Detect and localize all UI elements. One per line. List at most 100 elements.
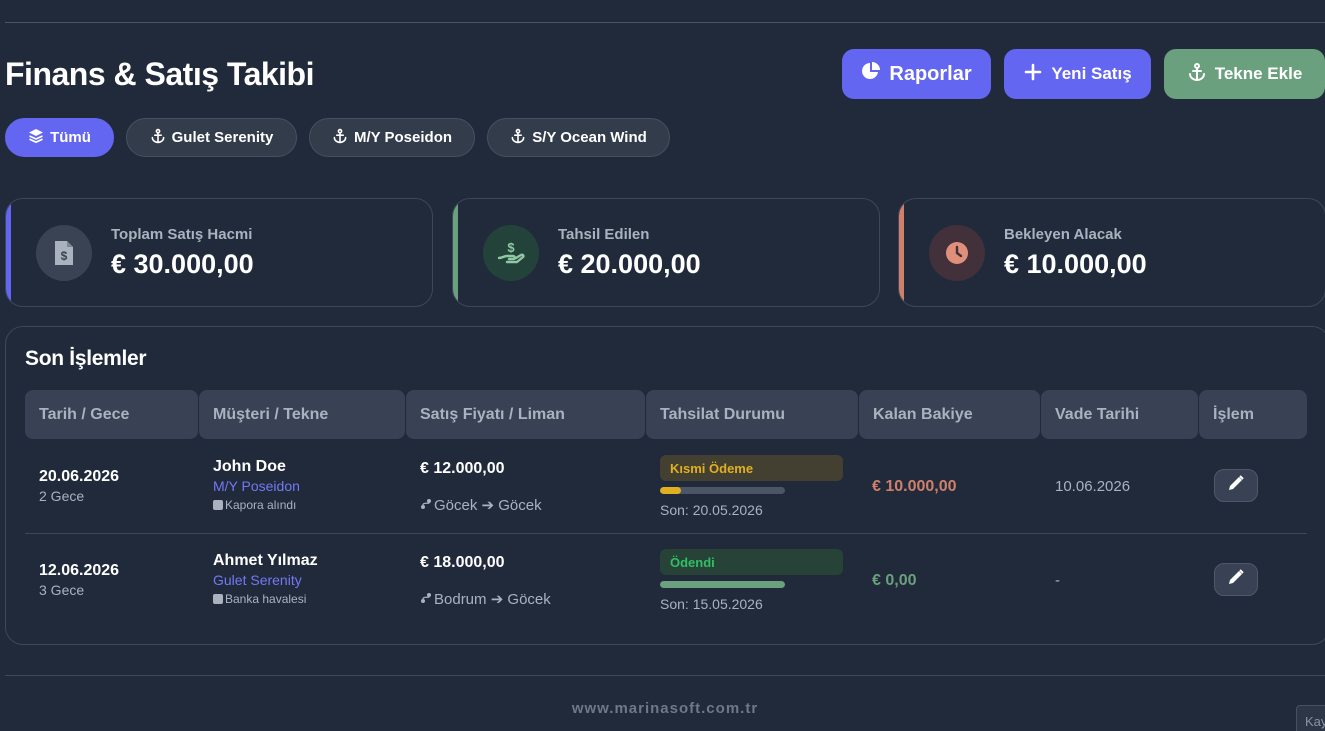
boat-link[interactable]: M/Y Poseidon <box>213 478 300 494</box>
stat-value: € 10.000,00 <box>1004 249 1147 279</box>
page-title: Finans & Satış Takibi <box>5 56 314 92</box>
top-divider <box>5 22 1325 23</box>
row-actions <box>1214 469 1258 502</box>
plus-icon <box>1023 62 1043 87</box>
remaining-balance: € 0,00 <box>872 572 917 589</box>
sale-price: € 18.000,00 <box>420 554 505 571</box>
route: Göcek ➔ Göcek <box>420 496 542 514</box>
payment-note-text: Banka havalesi <box>225 592 307 606</box>
edit-button[interactable] <box>1214 469 1258 502</box>
customer-name: John Doe <box>213 458 286 475</box>
new-sale-button[interactable]: Yeni Satış <box>1004 49 1151 99</box>
recent-transactions-panel: Son İşlemler Tarih / Gece Müşteri / Tekn… <box>5 326 1325 645</box>
add-boat-button-label: Tekne Ekle <box>1214 64 1303 83</box>
remaining-balance: € 10.000,00 <box>872 478 957 495</box>
stat-total-sales: $ Toplam Satış Hacmi € 30.000,00 <box>5 198 433 307</box>
column-header: Tarih / Gece <box>25 390 198 439</box>
column-header: Müşteri / Tekne <box>199 390 405 439</box>
date-cell: 20.06.2026 2 Gece <box>39 468 119 504</box>
route-text: Bodrum ➔ Göcek <box>434 591 551 608</box>
customer-cell: Ahmet Yılmaz Gulet Serenity Banka havale… <box>213 552 318 606</box>
stat-pending: Bekleyen Alacak € 10.000,00 <box>898 198 1325 307</box>
svg-text:$: $ <box>61 249 68 263</box>
filter-sy-ocean-wind[interactable]: S/Y Ocean Wind <box>487 118 670 157</box>
stat-collected: $ Tahsil Edilen € 20.000,00 <box>452 198 880 307</box>
column-header: Kalan Bakiye <box>859 390 1040 439</box>
payment-progress-fill <box>660 581 785 588</box>
stat-accent-bar <box>453 199 458 306</box>
new-sale-button-label: Yeni Satış <box>1051 64 1132 83</box>
boat-filter-tabs: Tümü Gulet Serenity M/Y Poseidon S/Y Oce… <box>5 118 670 157</box>
anchor-icon <box>150 128 166 148</box>
stat-value: € 20.000,00 <box>558 249 701 279</box>
price-cell: € 12.000,00 Göcek ➔ Göcek <box>420 460 542 514</box>
note-icon <box>213 594 223 604</box>
filter-all-label: Tümü <box>50 129 91 146</box>
route-icon <box>420 497 432 514</box>
column-header: Vade Tarihi <box>1041 390 1198 439</box>
row-actions <box>1214 563 1258 596</box>
filter-my-poseidon[interactable]: M/Y Poseidon <box>309 118 475 157</box>
route-text: Göcek ➔ Göcek <box>434 497 542 514</box>
layers-icon <box>28 128 44 148</box>
boat-link[interactable]: Gulet Serenity <box>213 572 318 588</box>
reports-button[interactable]: Raporlar <box>842 49 991 99</box>
footer-divider <box>5 675 1325 676</box>
date-cell: 12.06.2026 3 Gece <box>39 562 119 598</box>
clock-icon <box>929 225 985 281</box>
stat-label: Bekleyen Alacak <box>1004 226 1122 243</box>
stat-value: € 30.000,00 <box>111 249 254 279</box>
column-header: Satış Fiyatı / Liman <box>406 390 645 439</box>
customer-cell: John Doe M/Y Poseidon Kapora alındı <box>213 458 300 512</box>
payment-note: Kapora alındı <box>213 498 300 512</box>
payment-note-text: Kapora alındı <box>225 498 297 512</box>
last-payment-date: Son: 20.05.2026 <box>660 502 763 518</box>
payment-note: Banka havalesi <box>213 592 318 606</box>
table-row: 12.06.2026 3 Gece Ahmet Yılmaz Gulet Ser… <box>25 536 1307 630</box>
status-badge: Kısmi Ödeme <box>660 455 843 481</box>
trip-date: 12.06.2026 <box>39 562 120 579</box>
stat-accent-bar <box>6 199 11 306</box>
filter-all[interactable]: Tümü <box>5 118 114 157</box>
hand-dollar-icon: $ <box>483 225 539 281</box>
filter-my-poseidon-label: M/Y Poseidon <box>353 129 453 146</box>
payment-progress-bar <box>660 581 785 588</box>
svg-text:$: $ <box>507 240 515 255</box>
price-cell: € 18.000,00 Bodrum ➔ Göcek <box>420 554 551 608</box>
trip-nights: 3 Gece <box>39 582 85 598</box>
payment-progress-bar <box>660 487 785 494</box>
anchor-icon <box>332 128 348 148</box>
trip-date: 20.06.2026 <box>39 468 120 485</box>
filter-sy-ocean-wind-label: S/Y Ocean Wind <box>532 129 647 146</box>
customer-name: Ahmet Yılmaz <box>213 552 318 569</box>
status-badge: Ödendi <box>660 549 843 575</box>
transactions-title: Son İşlemler <box>25 347 147 370</box>
stat-label: Tahsil Edilen <box>558 226 650 243</box>
table-row: 20.06.2026 2 Gece John Doe M/Y Poseidon … <box>25 442 1307 536</box>
filter-gulet-serenity[interactable]: Gulet Serenity <box>126 118 297 157</box>
payment-status-cell: Ödendi Son: 15.05.2026 <box>660 549 843 612</box>
reports-button-label: Raporlar <box>889 62 972 85</box>
filter-gulet-serenity-label: Gulet Serenity <box>171 129 274 146</box>
payment-status-cell: Kısmi Ödeme Son: 20.05.2026 <box>660 455 843 518</box>
stat-label: Toplam Satış Hacmi <box>111 226 253 243</box>
note-icon <box>213 500 223 510</box>
sale-price: € 12.000,00 <box>420 460 505 477</box>
pencil-icon <box>1227 474 1245 497</box>
add-boat-button[interactable]: Tekne Ekle <box>1164 49 1325 99</box>
edit-button[interactable] <box>1214 563 1258 596</box>
trip-nights: 2 Gece <box>39 488 85 504</box>
footer-url[interactable]: www.marinasoft.com.tr <box>0 700 1325 717</box>
pencil-icon <box>1227 568 1245 591</box>
column-header: Tahsilat Durumu <box>646 390 858 439</box>
last-payment-date: Son: 15.05.2026 <box>660 596 763 612</box>
column-header: İşlem <box>1199 390 1307 439</box>
route-icon <box>420 591 432 608</box>
pie-chart-icon <box>861 61 881 87</box>
payment-progress-fill <box>660 487 682 494</box>
due-date: 10.06.2026 <box>1055 478 1131 495</box>
anchor-icon <box>1187 62 1207 87</box>
due-date: - <box>1055 572 1060 589</box>
header-actions: Raporlar Yeni Satış Tekne Ekle <box>842 49 1325 99</box>
corner-tab[interactable]: Kay <box>1296 705 1325 731</box>
